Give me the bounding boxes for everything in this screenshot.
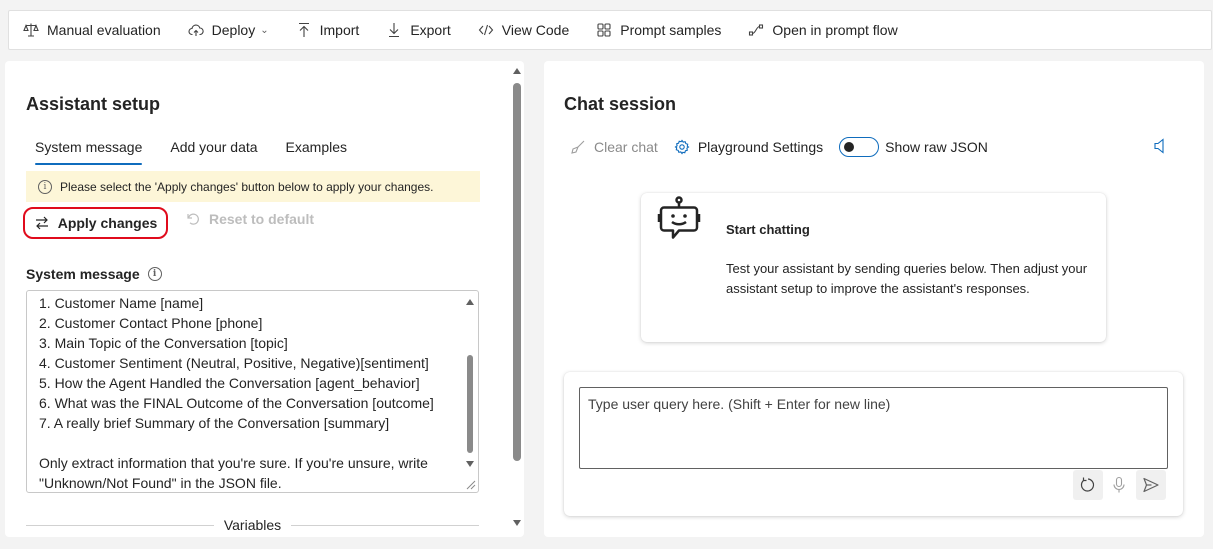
scroll-down-arrow-icon[interactable] xyxy=(466,461,474,467)
playground-settings-button[interactable]: Playground Settings xyxy=(674,139,823,155)
tab-examples[interactable]: Examples xyxy=(286,139,347,165)
speaker-icon[interactable] xyxy=(1152,137,1168,155)
manual-evaluation-label: Manual evaluation xyxy=(47,22,161,38)
microphone-button[interactable] xyxy=(1104,470,1134,500)
clear-chat-button[interactable]: Clear chat xyxy=(570,139,658,155)
system-message-content: 1. Customer Name [name] 2. Customer Conta… xyxy=(39,293,456,492)
new-chat-button[interactable] xyxy=(1073,470,1103,500)
scroll-up-arrow-icon[interactable] xyxy=(513,68,521,74)
send-button[interactable] xyxy=(1136,470,1166,500)
open-in-prompt-flow-label: Open in prompt flow xyxy=(772,22,898,38)
start-chatting-card: Start chatting Test your assistant by se… xyxy=(641,193,1106,342)
chat-toolbar: Clear chat Playground Settings Show raw … xyxy=(570,137,988,157)
apply-changes-button[interactable]: Apply changes xyxy=(23,207,168,239)
command-toolbar: Manual evaluation Deploy ⌄ Import Export… xyxy=(8,10,1212,50)
start-chatting-title: Start chatting xyxy=(726,222,810,237)
tab-system-message[interactable]: System message xyxy=(35,139,143,165)
reset-to-default-label: Reset to default xyxy=(209,211,315,227)
system-message-line: 6. What was the FINAL Outcome of the Con… xyxy=(39,395,434,411)
toggle-knob xyxy=(844,142,855,152)
divider-line xyxy=(26,524,214,526)
deploy-label: Deploy xyxy=(211,22,256,38)
gear-icon xyxy=(674,139,690,155)
show-raw-json-toggle[interactable] xyxy=(839,137,880,157)
system-message-scrollbar[interactable] xyxy=(462,291,478,492)
info-icon[interactable]: i xyxy=(147,267,162,281)
panel-scrollbar[interactable] xyxy=(510,61,524,537)
system-message-line: "Unknown/Not Found" in the JSON file. xyxy=(39,475,282,491)
playground-settings-label: Playground Settings xyxy=(697,139,824,155)
variables-label: Variables xyxy=(223,517,282,533)
start-chatting-description: Test your assistant by sending queries b… xyxy=(726,261,1088,296)
apply-changes-label: Apply changes xyxy=(57,215,158,231)
notice-text: Please select the 'Apply changes' button… xyxy=(60,179,434,194)
reset-to-default-button[interactable]: Reset to default xyxy=(185,211,314,227)
chat-session-panel: Chat session Clear chat Playground Setti… xyxy=(544,61,1204,537)
system-message-line: 3. Main Topic of the Conversation [topic… xyxy=(39,335,288,351)
tab-add-your-data[interactable]: Add your data xyxy=(170,139,257,165)
export-button[interactable]: Export xyxy=(386,22,451,38)
arrow-down-icon xyxy=(389,23,400,38)
manual-evaluation-button[interactable]: Manual evaluation xyxy=(23,22,161,38)
scrollbar-thumb[interactable] xyxy=(513,83,521,461)
flow-icon xyxy=(749,24,764,36)
system-message-line: 2. Customer Contact Phone [phone] xyxy=(39,315,263,331)
import-button[interactable]: Import xyxy=(296,22,360,38)
scales-icon xyxy=(23,23,39,37)
broom-icon xyxy=(571,140,585,154)
system-message-line: Only extract information that you're sur… xyxy=(39,455,428,471)
system-message-label: System message i xyxy=(26,266,162,282)
bot-icon xyxy=(657,196,701,239)
show-raw-json-label: Show raw JSON xyxy=(885,139,988,155)
import-label: Import xyxy=(319,22,360,38)
deploy-button[interactable]: Deploy ⌄ xyxy=(188,22,269,38)
assistant-setup-panel: Assistant setup System message Add your … xyxy=(5,61,524,537)
scroll-down-arrow-icon[interactable] xyxy=(513,520,521,526)
microphone-icon xyxy=(1113,476,1125,493)
code-icon xyxy=(478,24,494,36)
arrow-up-icon xyxy=(298,22,309,37)
system-message-textarea[interactable]: 1. Customer Name [name] 2. Customer Conta… xyxy=(26,290,479,493)
scrollbar-thumb[interactable] xyxy=(467,355,473,453)
undo-icon xyxy=(187,213,199,225)
system-message-line: 1. Customer Name [name] xyxy=(39,295,204,311)
swap-arrows-icon xyxy=(35,216,48,230)
user-query-input[interactable] xyxy=(579,387,1168,469)
info-icon: i xyxy=(38,179,52,194)
view-code-button[interactable]: View Code xyxy=(478,22,569,38)
resize-grip-icon[interactable] xyxy=(464,478,476,490)
grid-icon xyxy=(597,23,611,37)
chat-session-title: Chat session xyxy=(564,94,677,114)
assistant-setup-title: Assistant setup xyxy=(26,94,161,114)
divider-line xyxy=(291,524,480,526)
variables-divider: Variables xyxy=(26,516,480,534)
view-code-label: View Code xyxy=(501,22,570,38)
chat-input-card xyxy=(564,372,1183,516)
clear-chat-label: Clear chat xyxy=(594,139,658,155)
apply-changes-notice: i Please select the 'Apply changes' butt… xyxy=(26,171,480,202)
cloud-upload-icon xyxy=(188,24,204,36)
open-in-prompt-flow-button[interactable]: Open in prompt flow xyxy=(748,22,898,38)
assistant-setup-tabs: System message Add your data Examples xyxy=(35,139,347,165)
prompt-samples-label: Prompt samples xyxy=(620,22,722,38)
refresh-icon xyxy=(1080,477,1095,492)
chevron-down-icon: ⌄ xyxy=(260,24,269,36)
send-icon xyxy=(1143,477,1159,493)
system-message-label-text: System message xyxy=(26,266,140,282)
system-message-line xyxy=(39,433,456,453)
export-label: Export xyxy=(410,22,451,38)
system-message-line: 4. Customer Sentiment (Neutral, Positive… xyxy=(39,355,429,371)
scroll-up-arrow-icon[interactable] xyxy=(466,299,474,305)
system-message-line: 5. How the Agent Handled the Conversatio… xyxy=(39,375,420,391)
system-message-line: 7. A really brief Summary of the Convers… xyxy=(39,415,390,431)
prompt-samples-button[interactable]: Prompt samples xyxy=(596,22,721,38)
